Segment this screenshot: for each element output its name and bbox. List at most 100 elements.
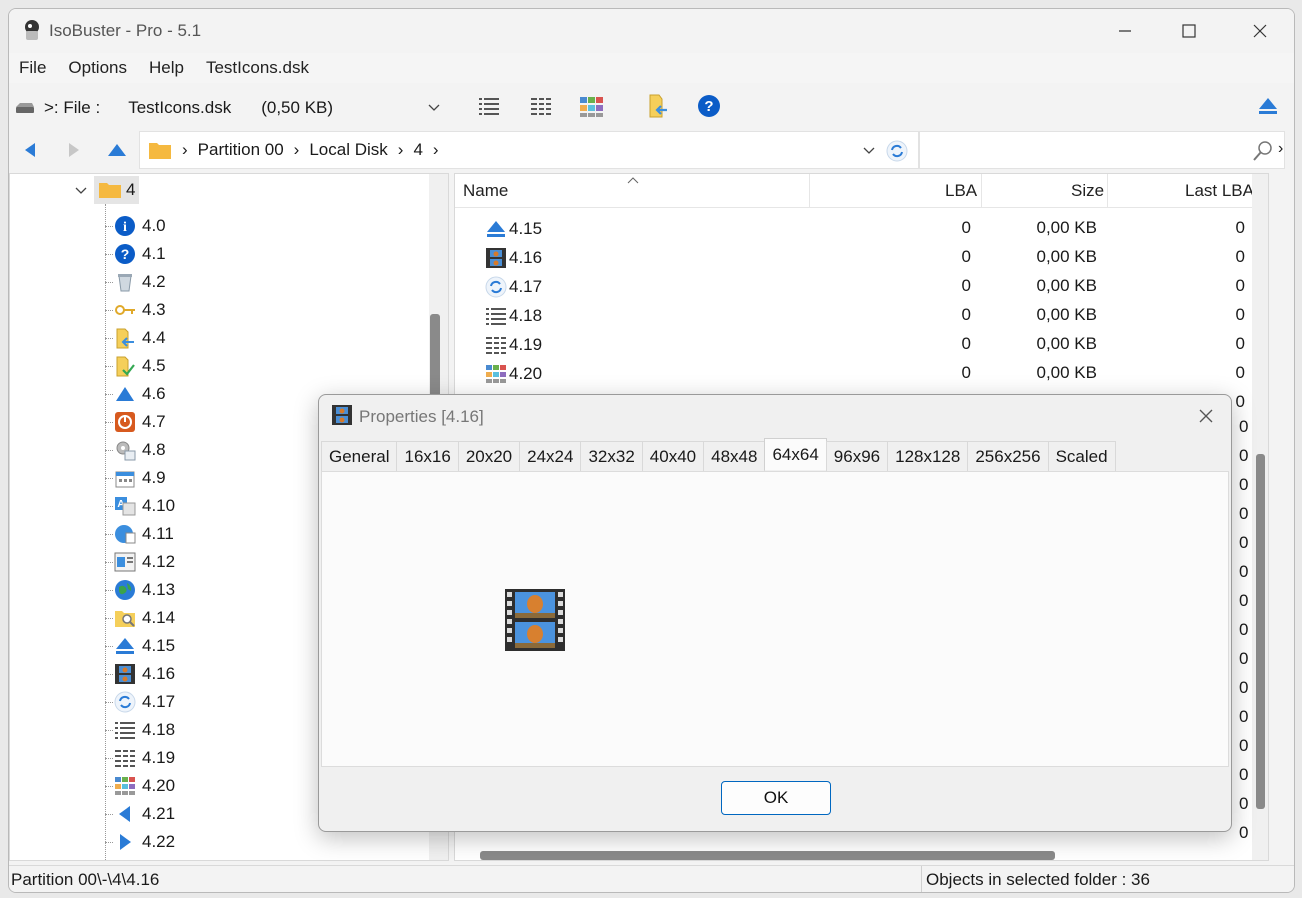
search-scroll-chevron[interactable]: › (1278, 140, 1283, 158)
eject-button[interactable] (1257, 95, 1279, 117)
drive-file-name: TestIcons.dsk (128, 98, 232, 117)
help-button[interactable]: ? (697, 94, 721, 118)
tab-16x16[interactable]: 16x16 (396, 441, 459, 471)
tree-item[interactable]: 4.13 (105, 576, 175, 604)
table-row[interactable]: 4.20 0 0,00 KB 0 (455, 359, 1255, 388)
tree-item[interactable]: 4.23 (114, 856, 175, 860)
row-size: 0,00 KB (1036, 334, 1098, 353)
tree-item[interactable]: 4.14 (105, 604, 175, 632)
refresh-icon (485, 276, 507, 298)
tree-item[interactable]: 4.5 (105, 352, 166, 380)
menu-file[interactable]: File (19, 58, 46, 78)
maximize-button[interactable] (1160, 9, 1218, 53)
tree-item[interactable]: 4.3 (105, 296, 166, 324)
tree-connector (105, 338, 113, 339)
svg-text:?: ? (121, 246, 130, 262)
tree-item[interactable]: 4.17 (105, 688, 175, 716)
menu-bar: File Options Help TestIcons.dsk (9, 53, 1294, 83)
close-button[interactable] (1231, 9, 1289, 53)
tree-item[interactable]: i 4.0 (105, 212, 166, 240)
minimize-button[interactable] (1096, 9, 1154, 53)
tree-item[interactable]: 4.8 (105, 436, 166, 464)
tree-item[interactable]: 4.12 (105, 548, 175, 576)
menu-file-name[interactable]: TestIcons.dsk (206, 58, 309, 78)
tab-scaled[interactable]: Scaled (1047, 441, 1116, 471)
column-header-name[interactable]: Name (463, 174, 508, 208)
tree-item[interactable]: A 4.10 (105, 492, 175, 520)
tree-item[interactable]: 4.16 (105, 660, 175, 688)
sort-ascending-icon (627, 177, 639, 184)
ok-button[interactable]: OK (721, 781, 831, 815)
table-row[interactable]: 4.16 0 0,00 KB 0 (455, 243, 1255, 272)
tree-item[interactable]: 4.22 (105, 828, 175, 856)
list-vertical-scroll-thumb[interactable] (1256, 454, 1265, 809)
refresh-button[interactable] (886, 140, 908, 162)
breadcrumb-local-disk[interactable]: Local Disk (309, 140, 387, 160)
tree-item[interactable]: 4.2 (105, 268, 166, 296)
dialog-close-button[interactable] (1193, 403, 1219, 429)
breadcrumb[interactable]: › Partition 00 › Local Disk › 4 › (139, 131, 919, 169)
tree-item[interactable]: 4.4 (105, 324, 166, 352)
list-horizontal-scroll-thumb[interactable] (480, 851, 1055, 860)
extract-folder-button[interactable] (647, 93, 671, 119)
back-button[interactable] (21, 141, 39, 159)
table-row[interactable]: 4.19 0 0,00 KB 0 (455, 330, 1255, 359)
column-header-lba[interactable]: LBA (945, 174, 977, 208)
breadcrumb-partition[interactable]: Partition 00 (198, 140, 284, 160)
tab-64x64[interactable]: 64x64 (764, 438, 827, 470)
tree-item[interactable]: 4.6 (105, 380, 166, 408)
arrow-right-icon (114, 831, 136, 853)
tree-item[interactable]: 4.20 (105, 772, 175, 800)
column-header-size[interactable]: Size (1071, 174, 1104, 208)
row-name-cell: 4.15 (485, 218, 542, 240)
tree-collapse-toggle[interactable] (74, 180, 94, 200)
tab-20x20[interactable]: 20x20 (457, 441, 521, 471)
row-last-lba: 0 (1235, 363, 1245, 382)
detail-view-button[interactable] (529, 95, 553, 119)
tree-item[interactable]: 4.19 (105, 744, 175, 772)
tree-item[interactable]: 4.7 (105, 408, 166, 436)
table-row[interactable]: 4.18 0 0,00 KB 0 (455, 301, 1255, 330)
search-input[interactable]: › (919, 131, 1285, 169)
tree-item[interactable]: 4.9 (105, 464, 166, 492)
drive-select[interactable]: >: File : TestIcons.dsk (0,50 KB) (9, 89, 449, 127)
tab-24x24[interactable]: 24x24 (519, 441, 582, 471)
breadcrumb-dropdown-icon[interactable] (862, 146, 876, 156)
tab-256x256[interactable]: 256x256 (967, 441, 1049, 471)
list-header: Name LBA Size Last LBA (455, 174, 1268, 208)
up-button[interactable] (107, 141, 127, 159)
tab-48x48[interactable]: 48x48 (703, 441, 766, 471)
tab-128x128[interactable]: 128x128 (887, 441, 969, 471)
dialog-tabs: General 16x16 20x20 24x24 32x32 40x40 48x48 64x… (321, 438, 1116, 471)
tree-item[interactable]: 4.11 (105, 520, 174, 548)
row-lba: 0 (961, 363, 971, 382)
row-size: 0,00 KB (1036, 363, 1098, 382)
tree-root-folder[interactable]: 4 (94, 176, 140, 204)
triangle-up-icon (114, 383, 136, 405)
tree-item-label: 4.18 (142, 720, 176, 739)
table-row[interactable]: 4.15 0 0,00 KB 0 (455, 214, 1255, 243)
status-bar: Partition 00\-\4\4.16 Objects in selecte… (9, 865, 1294, 892)
list-view-button[interactable] (477, 95, 501, 119)
tree-item[interactable]: 4.18 (105, 716, 176, 744)
tab-general[interactable]: General (321, 441, 398, 471)
breadcrumb-folder[interactable]: 4 (413, 140, 422, 160)
window-title: IsoBuster - Pro - 5.1 (49, 21, 202, 40)
row-last-lba-partial: 0 (1239, 475, 1249, 494)
row-last-lba: 0 (1235, 305, 1245, 324)
column-header-last-lba[interactable]: Last LBA (1185, 174, 1254, 208)
menu-help[interactable]: Help (149, 58, 184, 78)
menu-options[interactable]: Options (68, 58, 127, 78)
earth-icon (114, 579, 136, 601)
tab-40x40[interactable]: 40x40 (641, 441, 705, 471)
tree-item[interactable]: 4.21 (105, 800, 175, 828)
tab-96x96[interactable]: 96x96 (825, 441, 889, 471)
table-row[interactable]: 4.17 0 0,00 KB 0 (455, 272, 1255, 301)
search-icon (1253, 141, 1272, 161)
thumbnail-view-button[interactable] (579, 95, 605, 119)
tree-item[interactable]: ? 4.1 (105, 240, 166, 268)
tree-connector (105, 842, 113, 843)
tab-32x32[interactable]: 32x32 (580, 441, 643, 471)
forward-button[interactable] (65, 141, 83, 159)
tree-item[interactable]: 4.15 (105, 632, 175, 660)
